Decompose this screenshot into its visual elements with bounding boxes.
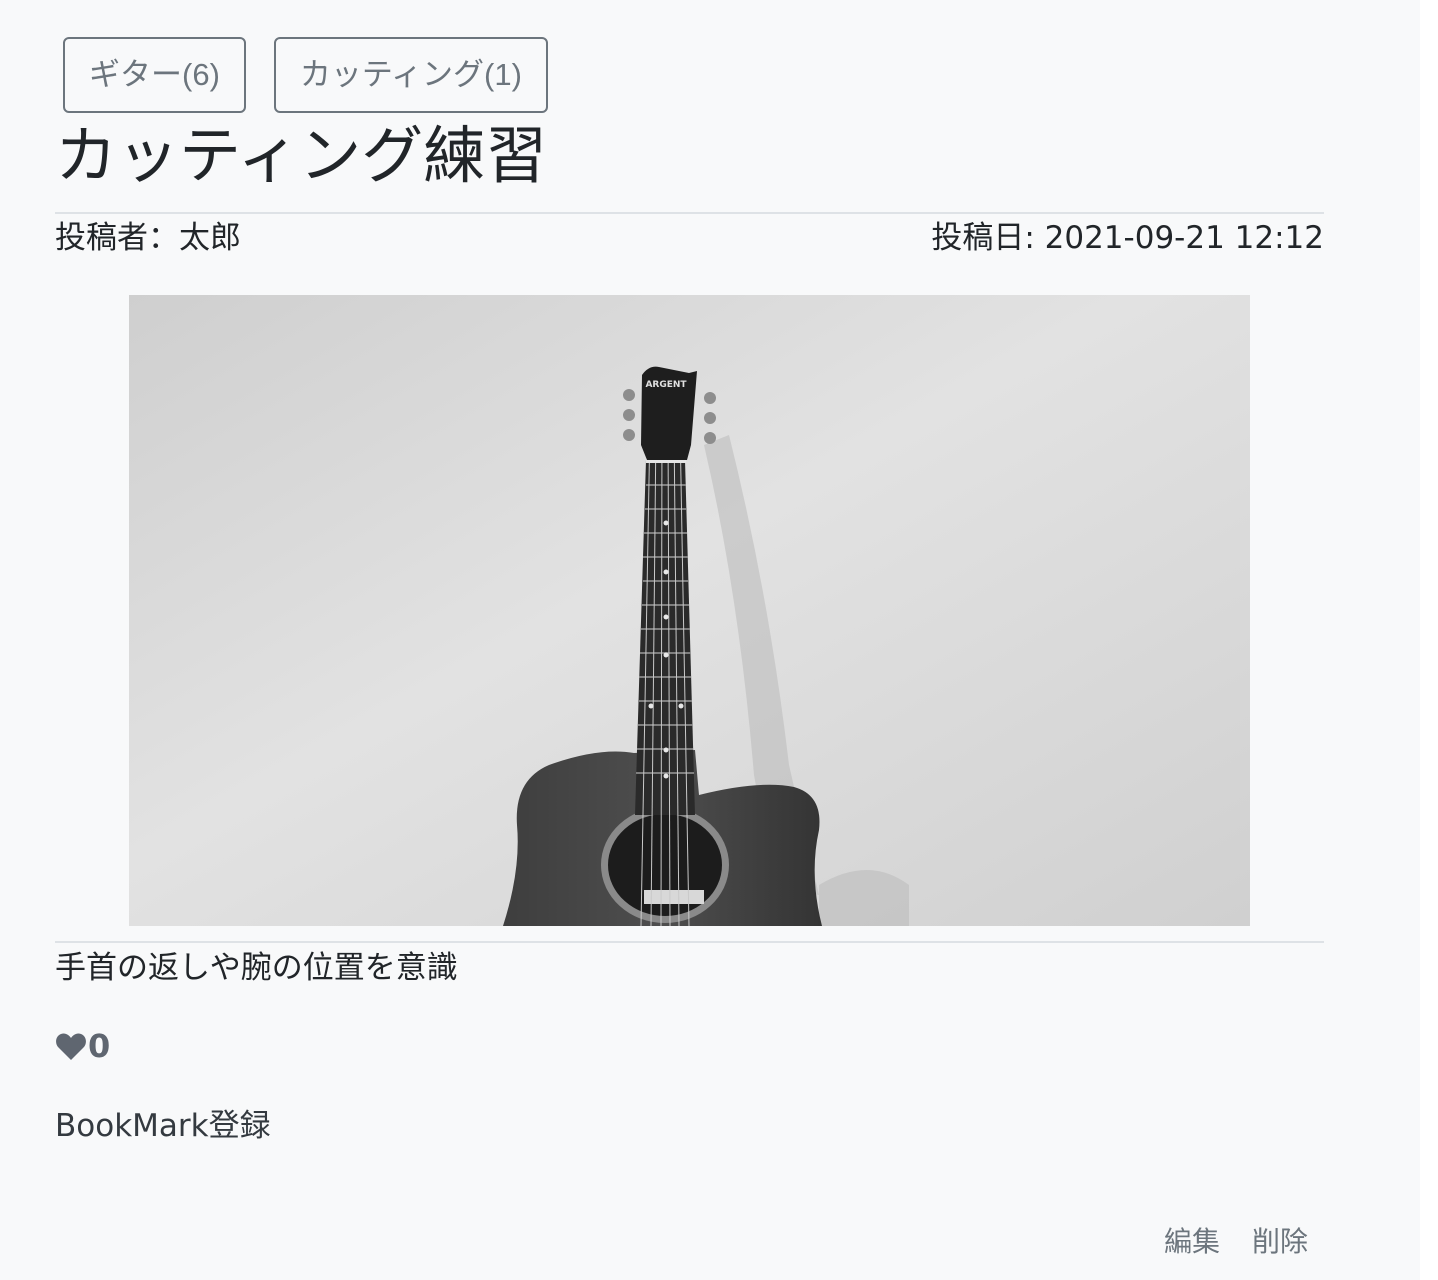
tag-cutting-button[interactable]: カッティング(1) — [273, 37, 548, 113]
post-date: 投稿日: 2021-09-21 12:12 — [931, 220, 1324, 256]
post-detail-page: ギター(6) カッティング(1) カッティング練習 投稿者：太郎 投稿日: 20… — [0, 0, 1420, 1280]
delete-link[interactable]: 削除 — [1252, 1222, 1308, 1262]
guitar-photo: ARGENT — [129, 295, 1250, 926]
heart-icon — [56, 1033, 86, 1060]
post-actions: 編集 削除 — [1164, 1222, 1308, 1262]
tag-guitar-button[interactable]: ギター(6) — [63, 37, 246, 113]
tag-list: ギター(6) カッティング(1) — [63, 37, 548, 113]
page-edge — [1420, 0, 1438, 1280]
headstock-text: ARGENT — [645, 380, 687, 390]
post-title: カッティング練習 — [55, 119, 548, 192]
like-count: 0 — [88, 1027, 111, 1065]
image-divider — [55, 941, 1324, 943]
title-divider — [55, 212, 1324, 214]
edit-link[interactable]: 編集 — [1164, 1222, 1220, 1262]
post-image: ARGENT — [129, 295, 1250, 926]
post-meta: 投稿者：太郎 投稿日: 2021-09-21 12:12 — [55, 216, 1324, 260]
post-author: 投稿者：太郎 — [55, 220, 241, 256]
post-body: 手首の返しや腕の位置を意識 — [55, 950, 458, 986]
bookmark-link[interactable]: BookMark登録 — [55, 1104, 271, 1148]
like-button[interactable]: 0 — [55, 1026, 110, 1066]
